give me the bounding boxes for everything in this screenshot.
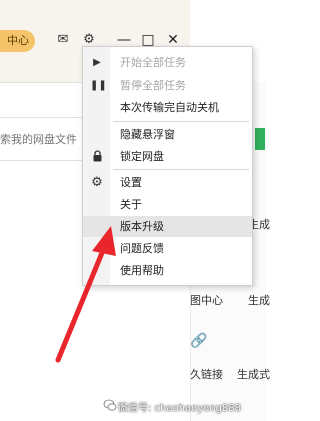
side-label: 生成 <box>248 294 270 307</box>
side-label: 图中心 <box>190 294 223 307</box>
search-input[interactable] <box>0 130 80 148</box>
side-label[interactable]: 生成式 <box>237 366 270 382</box>
menu-item-label: 使用帮助 <box>120 264 164 277</box>
menu-separator <box>113 169 249 170</box>
center-button[interactable]: 中心 <box>0 30 35 52</box>
menu-item-label: 暂停全部任务 <box>120 79 186 92</box>
menu-item-label: 关于 <box>120 198 142 211</box>
menu-item-help[interactable]: 使用帮助 <box>83 260 252 281</box>
gear-icon: ⚙ <box>91 175 103 190</box>
menu-item-label: 问题反馈 <box>120 242 164 255</box>
mail-icon[interactable]: ✉ <box>54 31 72 49</box>
side-label[interactable]: 久链接 <box>190 366 223 382</box>
menu-item-label: 设置 <box>120 176 142 189</box>
menu-item-feedback[interactable]: 问题反馈 <box>83 238 252 259</box>
menu-item-label: 开始全部任务 <box>120 56 186 69</box>
watermark-text: 微信号: chaohaoyong888 <box>118 403 242 414</box>
menu-item-label: 本次传输完自动关机 <box>120 101 219 114</box>
link-icon: 🔗 <box>190 333 208 349</box>
lock-icon <box>90 146 104 167</box>
menu-item-upgrade[interactable]: 版本升级 <box>83 216 252 237</box>
menu-item-auto-shutdown[interactable]: 本次传输完自动关机 <box>83 97 252 118</box>
menu-item-label: 隐藏悬浮窗 <box>120 128 175 141</box>
status-badge <box>255 128 265 150</box>
wechat-icon <box>103 399 117 411</box>
menu-item-pause-all[interactable]: ❚❚ 暂停全部任务 <box>83 75 252 96</box>
menu-item-label: 锁定网盘 <box>120 150 164 163</box>
menu-separator <box>113 121 249 122</box>
play-icon: ▶ <box>93 57 101 68</box>
menu-item-start-all[interactable]: ▶ 开始全部任务 <box>83 52 252 73</box>
menu-item-about[interactable]: 关于 <box>83 194 252 215</box>
context-menu: ▶ 开始全部任务 ❚❚ 暂停全部任务 本次传输完自动关机 隐藏悬浮窗 锁定网盘 … <box>82 46 253 286</box>
menu-item-hide-float[interactable]: 隐藏悬浮窗 <box>83 124 252 145</box>
pause-icon: ❚❚ <box>90 80 107 91</box>
menu-item-lock[interactable]: 锁定网盘 <box>83 146 252 167</box>
menu-item-label: 版本升级 <box>120 220 164 233</box>
menu-item-settings[interactable]: ⚙ 设置 <box>83 172 252 193</box>
